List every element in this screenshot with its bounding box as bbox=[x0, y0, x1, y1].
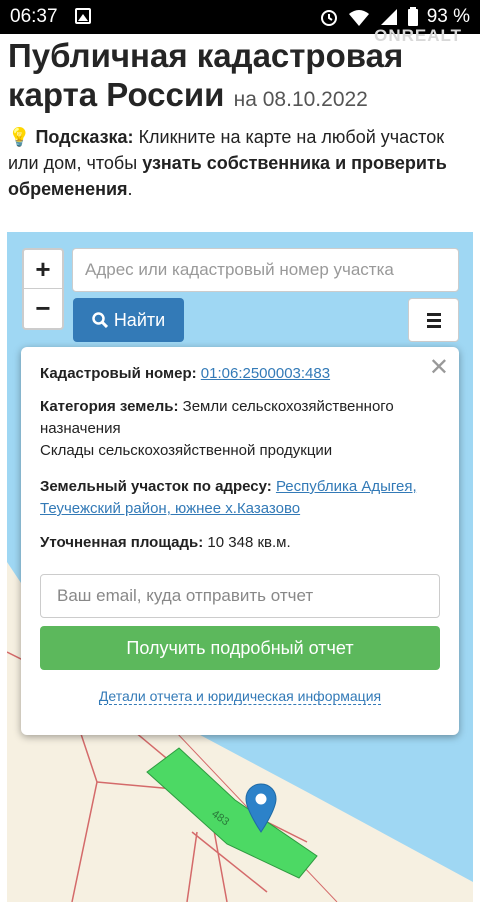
hamburger-icon bbox=[426, 313, 441, 328]
lightbulb-icon: 💡 bbox=[8, 127, 31, 147]
status-time: 06:37 bbox=[10, 6, 58, 27]
report-details-link-wrap: Детали отчета и юридическая информация bbox=[21, 688, 459, 705]
area-label: Уточненная площадь: bbox=[40, 534, 204, 551]
alarm-icon bbox=[320, 10, 337, 26]
cadastral-number-row: Кадастровый номер: 01:06:2500003:483 bbox=[40, 363, 440, 385]
land-category-label: Категория земель: bbox=[40, 398, 179, 415]
area-value: 10 348 кв.м. bbox=[207, 534, 291, 551]
search-icon bbox=[92, 312, 108, 328]
land-category-row: Категория земель: Земли сельскохозяйстве… bbox=[40, 396, 440, 462]
address-search-input[interactable]: Адрес или кадастровый номер участка bbox=[72, 248, 459, 292]
battery-icon bbox=[407, 7, 418, 26]
email-field[interactable]: Ваш email, куда отправить отчет bbox=[40, 574, 440, 618]
find-button[interactable]: Найти bbox=[73, 298, 184, 342]
gallery-notification-icon bbox=[75, 8, 91, 24]
wifi-icon bbox=[348, 10, 369, 26]
map-pin-icon[interactable] bbox=[244, 782, 278, 834]
page-title: Публичная кадастровая карта России на 08… bbox=[8, 36, 468, 119]
zoom-out-button[interactable]: − bbox=[24, 289, 62, 328]
address-label: Земельный участок по адресу: bbox=[40, 478, 272, 495]
hint-end: . bbox=[127, 179, 133, 199]
address-row: Земельный участок по адресу: Республика … bbox=[40, 476, 440, 520]
zoom-in-button[interactable]: + bbox=[24, 250, 62, 289]
battery-percent: 93 % bbox=[426, 6, 470, 27]
signal-icon bbox=[380, 9, 397, 25]
hint-label: Подсказка: bbox=[35, 127, 134, 147]
find-button-label: Найти bbox=[113, 309, 166, 330]
parcel-info-popup: ✕ Кадастровый номер: 01:06:2500003:483 К… bbox=[21, 347, 459, 735]
report-details-link[interactable]: Детали отчета и юридическая информация bbox=[98, 688, 382, 705]
menu-button[interactable] bbox=[408, 298, 459, 342]
get-report-button[interactable]: Получить подробный отчет bbox=[40, 626, 440, 670]
land-usage-value: Склады сельскохозяйственной продукции bbox=[40, 442, 333, 459]
page-date: на 08.10.2022 bbox=[233, 88, 368, 111]
cadastral-number-label: Кадастровый номер: bbox=[40, 365, 197, 382]
zoom-control: + − bbox=[22, 248, 64, 330]
hint-text: 💡 Подсказка: Кликните на карте на любой … bbox=[8, 124, 473, 202]
cadastral-number-link[interactable]: 01:06:2500003:483 bbox=[201, 365, 330, 382]
area-row: Уточненная площадь: 10 348 кв.м. bbox=[40, 532, 440, 554]
